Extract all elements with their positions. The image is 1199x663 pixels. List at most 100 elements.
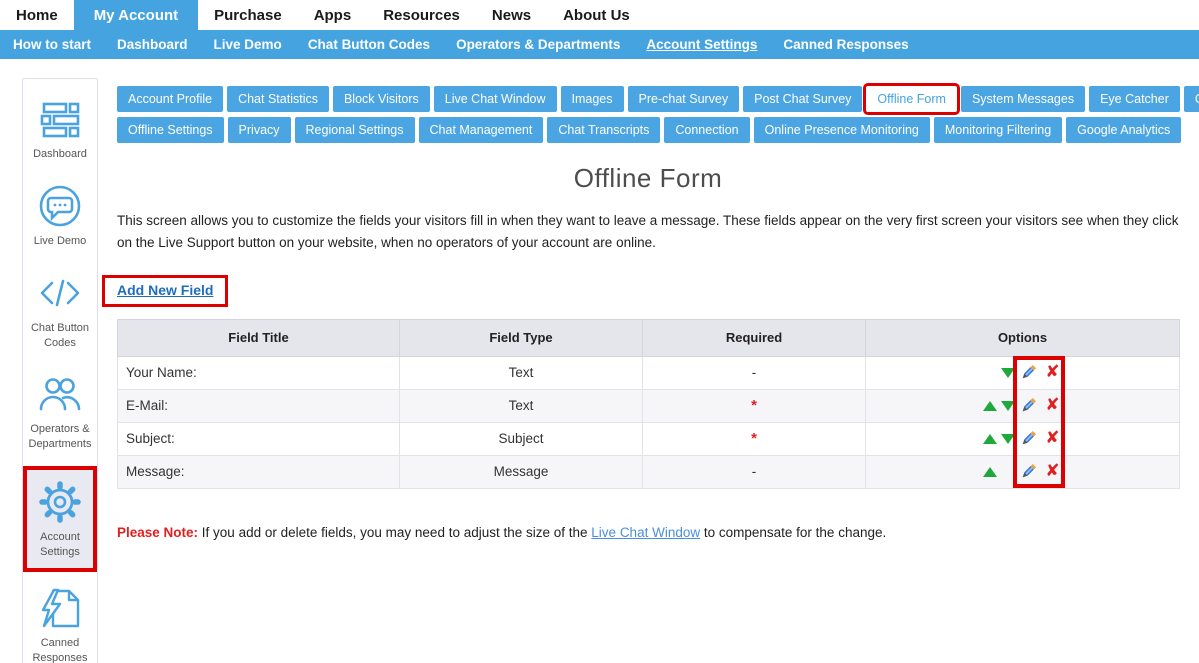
topnav-my-account[interactable]: My Account (74, 0, 198, 30)
add-new-field-annotation: Add New Field (102, 275, 228, 307)
tab-block-visitors[interactable]: Block Visitors (333, 86, 430, 112)
tab-online-presence-monitoring[interactable]: Online Presence Monitoring (754, 117, 930, 143)
move-up-icon[interactable] (983, 434, 997, 444)
table-row: Message: Message - (118, 455, 1180, 488)
tab-google-analytics[interactable]: Google Analytics (1066, 117, 1181, 143)
edit-pencil-icon[interactable] (1017, 462, 1041, 481)
required-cell: - (643, 356, 866, 389)
field-title-cell: Subject: (118, 422, 400, 455)
tab-system-messages[interactable]: System Messages (961, 86, 1085, 112)
add-new-field-link[interactable]: Add New Field (117, 282, 213, 298)
table-row: Your Name: Text - (118, 356, 1180, 389)
note-text-before: If you add or delete fields, you may nee… (198, 525, 591, 540)
delete-x-icon[interactable]: ✘ (1045, 397, 1059, 414)
fields-table: Field Title Field Type Required Options … (117, 319, 1180, 489)
subnav-how-to-start[interactable]: How to start (0, 37, 104, 52)
secondary-navigation: How to start Dashboard Live Demo Chat Bu… (0, 30, 1199, 59)
subnav-chat-button-codes[interactable]: Chat Button Codes (295, 37, 443, 52)
tab-chat-transcripts[interactable]: Chat Transcripts (547, 117, 660, 143)
topnav-resources[interactable]: Resources (367, 0, 476, 30)
delete-x-icon[interactable]: ✘ (1045, 463, 1059, 480)
tab-account-profile[interactable]: Account Profile (117, 86, 223, 112)
delete-x-icon[interactable]: ✘ (1045, 430, 1059, 447)
subnav-account-settings[interactable]: Account Settings (633, 37, 770, 52)
subnav-live-demo[interactable]: Live Demo (201, 37, 295, 52)
column-header-required: Required (643, 319, 866, 356)
topnav-apps[interactable]: Apps (298, 0, 368, 30)
tab-live-chat-window[interactable]: Live Chat Window (434, 86, 557, 112)
sidebar-item-dashboard[interactable]: Dashboard (23, 89, 97, 170)
field-type-cell: Text (400, 389, 643, 422)
sidebar-item-operators-departments[interactable]: Operators & Departments (23, 364, 97, 460)
move-down-icon[interactable] (1001, 368, 1015, 378)
tab-post-chat-survey[interactable]: Post Chat Survey (743, 86, 862, 112)
sidebar-item-label: Account Settings (29, 530, 91, 560)
sidebar-item-label: Operators & Departments (25, 422, 95, 452)
tab-chat-invitation[interactable]: Chat Invitation (1184, 86, 1199, 112)
table-row: E-Mail: Text * (118, 389, 1180, 422)
note-text-after: to compensate for the change. (700, 525, 886, 540)
options-cell: ✘ (866, 422, 1180, 455)
tab-eye-catcher[interactable]: Eye Catcher (1089, 86, 1180, 112)
field-type-cell: Subject (400, 422, 643, 455)
required-cell: * (643, 389, 866, 422)
settings-tabs-row-1: Account Profile Chat Statistics Block Vi… (117, 86, 1179, 112)
sidebar: Dashboard Live Demo (22, 78, 98, 663)
subnav-operators-departments[interactable]: Operators & Departments (443, 37, 633, 52)
tab-privacy[interactable]: Privacy (228, 117, 291, 143)
sidebar-item-label: Live Demo (34, 234, 87, 249)
topnav-about-us[interactable]: About Us (547, 0, 646, 30)
page: Home My Account Purchase Apps Resources … (0, 0, 1199, 663)
subnav-canned-responses[interactable]: Canned Responses (770, 37, 921, 52)
required-cell: * (643, 422, 866, 455)
move-down-icon[interactable] (1001, 401, 1015, 411)
main-content: Account Profile Chat Statistics Block Vi… (117, 86, 1179, 540)
field-type-cell: Message (400, 455, 643, 488)
edit-pencil-icon[interactable] (1017, 363, 1041, 382)
edit-pencil-icon[interactable] (1017, 396, 1041, 415)
sidebar-item-live-demo[interactable]: Live Demo (23, 176, 97, 257)
sidebar-item-chat-button-codes[interactable]: Chat Button Codes (23, 263, 97, 359)
tab-chat-management[interactable]: Chat Management (419, 117, 544, 143)
tab-chat-statistics[interactable]: Chat Statistics (227, 86, 329, 112)
subnav-dashboard[interactable]: Dashboard (104, 37, 201, 52)
tab-monitoring-filtering[interactable]: Monitoring Filtering (934, 117, 1062, 143)
move-up-icon[interactable] (983, 467, 997, 477)
field-title-cell: Message: (118, 455, 400, 488)
topnav-home[interactable]: Home (0, 0, 74, 30)
tab-connection[interactable]: Connection (664, 117, 749, 143)
please-note-label: Please Note: (117, 525, 198, 540)
please-note: Please Note: If you add or delete fields… (117, 525, 1179, 540)
options-cell: ✘ (866, 389, 1180, 422)
options-cell: ✘ (866, 455, 1180, 488)
topnav-news[interactable]: News (476, 0, 547, 30)
topnav-purchase[interactable]: Purchase (198, 0, 298, 30)
sidebar-item-canned-responses[interactable]: Canned Responses (23, 578, 97, 663)
tab-regional-settings[interactable]: Regional Settings (295, 117, 415, 143)
tab-offline-form[interactable]: Offline Form (866, 86, 957, 112)
live-chat-window-link[interactable]: Live Chat Window (591, 525, 700, 540)
code-icon (36, 269, 84, 317)
page-title: Offline Form (117, 163, 1179, 194)
move-up-icon[interactable] (983, 401, 997, 411)
settings-tabs-row-2: Offline Settings Privacy Regional Settin… (117, 117, 1179, 143)
column-header-field-title: Field Title (118, 319, 400, 356)
sidebar-item-label: Canned Responses (25, 636, 95, 663)
move-down-icon[interactable] (1001, 434, 1015, 444)
gear-icon (36, 478, 84, 526)
dashboard-icon (36, 95, 84, 143)
column-header-options: Options (866, 319, 1180, 356)
edit-pencil-icon[interactable] (1017, 429, 1041, 448)
field-title-cell: E-Mail: (118, 389, 400, 422)
lightning-page-icon (36, 584, 84, 632)
sidebar-item-label: Chat Button Codes (25, 321, 95, 351)
sidebar-item-account-settings[interactable]: Account Settings (23, 466, 97, 572)
tab-images[interactable]: Images (561, 86, 624, 112)
page-description: This screen allows you to customize the … (117, 210, 1179, 255)
delete-x-icon[interactable]: ✘ (1045, 364, 1059, 381)
tab-offline-settings[interactable]: Offline Settings (117, 117, 224, 143)
column-header-field-type: Field Type (400, 319, 643, 356)
table-header-row: Field Title Field Type Required Options (118, 319, 1180, 356)
table-row: Subject: Subject * (118, 422, 1180, 455)
tab-pre-chat-survey[interactable]: Pre-chat Survey (628, 86, 740, 112)
